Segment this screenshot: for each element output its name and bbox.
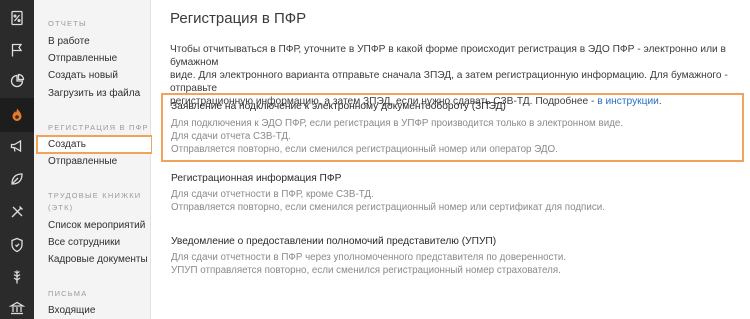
reg-info-card-line: Отправляется повторно, если сменился рег… — [171, 202, 605, 213]
menu-item-create-new[interactable]: Создать новый — [48, 70, 118, 81]
menu-item-event-list[interactable]: Список мероприятий — [48, 220, 145, 231]
section-title-labor-books: ТРУДОВЫЕ КНИЖКИ — [48, 191, 142, 200]
bank-icon[interactable] — [0, 293, 34, 319]
pfr-fire-icon[interactable] — [0, 98, 34, 132]
menu-item-all-employees[interactable]: Все сотрудники — [48, 237, 120, 248]
menu-item-hr-documents[interactable]: Кадровые документы — [48, 254, 148, 265]
section-submenu: ОТЧЕТЫ В работе Отправленные Создать нов… — [34, 0, 153, 319]
zped-card-line: Для сдачи отчета СЗВ-ТД. — [171, 131, 291, 142]
flag-icon[interactable] — [0, 35, 34, 65]
main-content: Регистрация в ПФР Чтобы отчитываться в П… — [152, 0, 750, 319]
reg-info-card[interactable]: Регистрационная информация ПФР Для сдачи… — [161, 173, 744, 214]
grain-icon[interactable] — [0, 262, 34, 292]
reg-info-card-line: Для сдачи отчетности в ПФР, кроме СЗВ-ТД… — [171, 189, 374, 200]
zped-card-line: Отправляется повторно, если сменился рег… — [171, 144, 558, 155]
upup-card-line: Для сдачи отчетности в ПФР через уполном… — [171, 252, 567, 263]
pie-chart-icon[interactable] — [0, 66, 34, 96]
tools-icon[interactable] — [0, 197, 34, 227]
menu-item-sent-reports[interactable]: Отправленные — [48, 53, 117, 64]
leaf-icon[interactable] — [0, 164, 34, 194]
section-title-reports: ОТЧЕТЫ — [48, 19, 87, 28]
page-title: Регистрация в ПФР — [170, 10, 307, 27]
percent-doc-icon[interactable] — [0, 3, 34, 33]
icon-rail — [0, 0, 34, 319]
zped-card-title: Заявление на подключение к электронному … — [171, 101, 506, 112]
upup-card-title: Уведомление о предоставлении полномочий … — [171, 236, 497, 247]
section-title-pfr: РЕГИСТРАЦИЯ В ПФР — [48, 123, 149, 132]
upup-card[interactable]: Уведомление о предоставлении полномочий … — [161, 236, 744, 277]
menu-item-sent-pfr[interactable]: Отправленные — [48, 156, 117, 167]
upup-card-line: УПУП отправляется повторно, если сменилс… — [171, 265, 561, 276]
section-title-etk: (ЭТК) — [48, 203, 74, 212]
section-title-letters: ПИСЬМА — [48, 289, 88, 298]
zped-card-line: Для подключения к ЭДО ПФР, если регистра… — [171, 118, 624, 129]
intro-line-1: Чтобы отчитываться в ПФР, уточните в УПФ… — [170, 44, 726, 68]
shield-icon[interactable] — [0, 230, 34, 260]
reg-info-card-title: Регистрационная информация ПФР — [171, 173, 342, 184]
menu-item-load-from-file[interactable]: Загрузить из файла — [48, 88, 140, 99]
menu-item-inbox[interactable]: Входящие — [48, 305, 95, 316]
intro-line-2: виде. Для электронного варианта отправьт… — [170, 70, 728, 94]
zped-card[interactable]: Заявление на подключение к электронному … — [161, 93, 744, 162]
megaphone-icon[interactable] — [0, 131, 34, 161]
menu-item-in-work[interactable]: В работе — [48, 36, 90, 47]
menu-item-create[interactable]: Создать — [36, 135, 153, 154]
